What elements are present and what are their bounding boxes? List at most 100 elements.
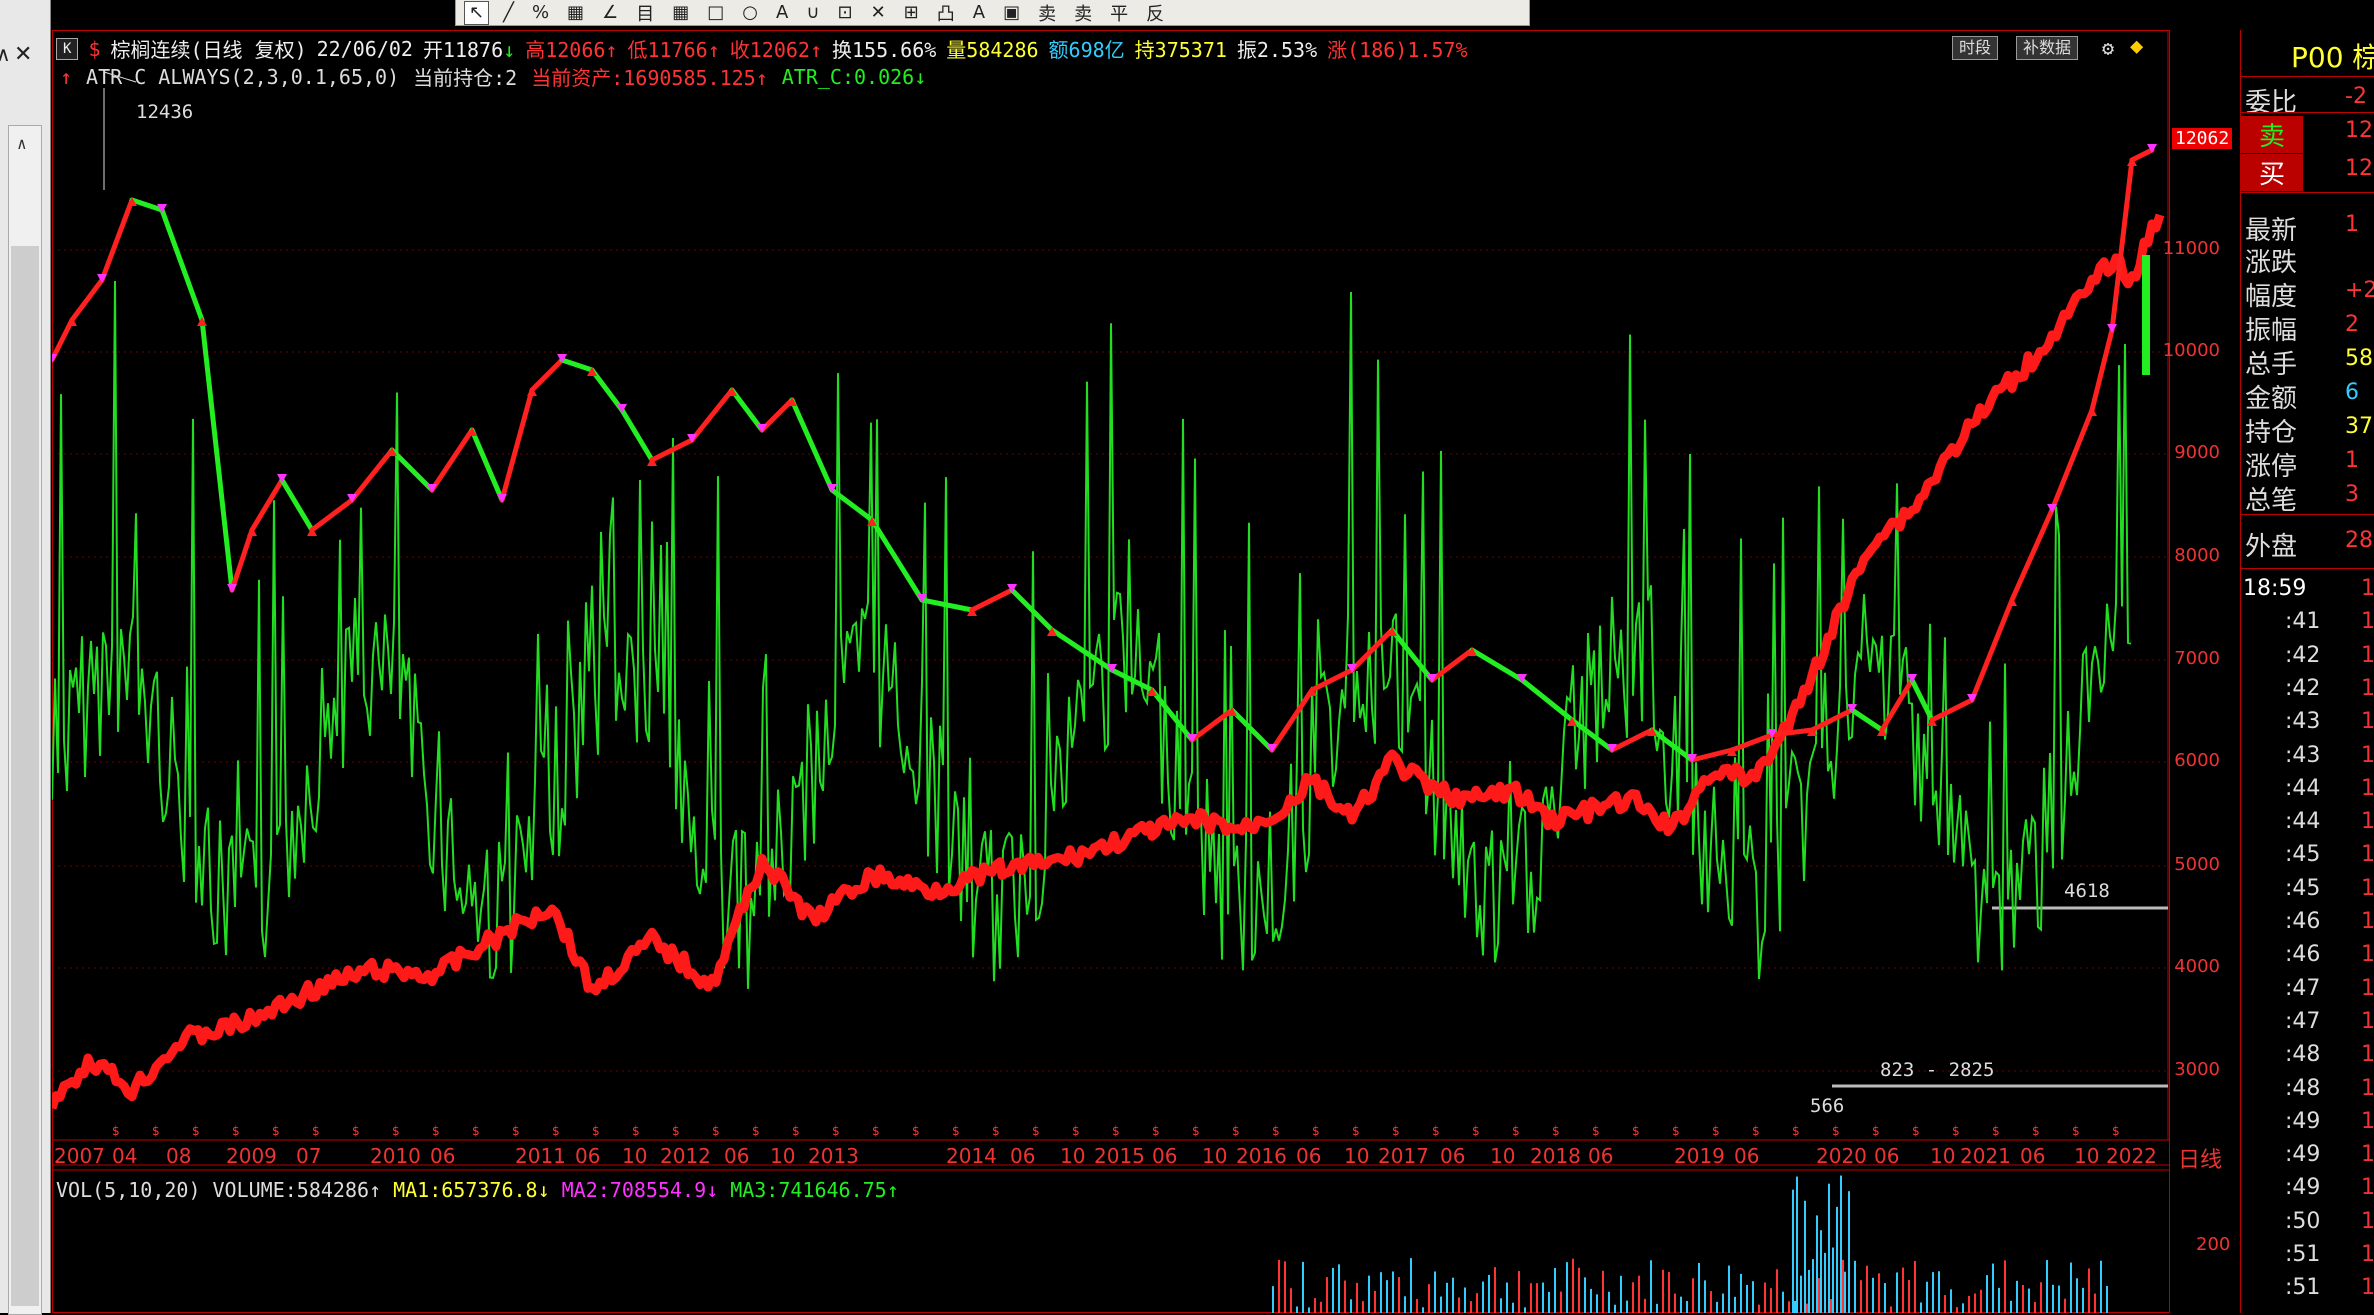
signal-marker: $	[1312, 1124, 1320, 1138]
volume-bar	[1830, 1299, 1832, 1313]
volume-bar	[1686, 1300, 1688, 1313]
volume-bar	[2088, 1268, 2090, 1313]
toolbar-table-icon[interactable]: ▦	[668, 2, 693, 24]
time-tick-label: 10	[1930, 1144, 1956, 1168]
toolbar-line-icon[interactable]: ╱	[499, 2, 518, 24]
volume-bar	[2070, 1262, 2072, 1313]
toolbar-copy-icon[interactable]: ⊡	[833, 2, 856, 24]
trend-segment	[2009, 507, 2055, 603]
toolbar-text-icon[interactable]: A	[772, 2, 792, 24]
volume-bar	[1326, 1277, 1328, 1313]
quote-title: P00 棕	[2291, 41, 2374, 74]
tick-time: :45	[2285, 842, 2321, 868]
volume-bar	[1458, 1297, 1460, 1313]
trend-segment	[249, 477, 285, 533]
signal-marker: $	[2112, 1124, 2120, 1138]
volume-bar	[1656, 1303, 1658, 1313]
volume-bar	[1314, 1298, 1316, 1313]
tick-price: 1	[2361, 942, 2374, 968]
volume-bar	[1548, 1291, 1550, 1313]
volume-bar	[1566, 1262, 1568, 1313]
toolbar-magnet-icon[interactable]: ∪	[802, 2, 823, 24]
scroll-thumb[interactable]	[11, 246, 39, 1306]
toolbar-pointer-icon[interactable]: ↖	[464, 0, 490, 25]
toolbar-grid-icon[interactable]: ▦	[563, 2, 588, 24]
toolbar-delete-icon[interactable]: ✕	[867, 2, 890, 24]
volume-bar	[1602, 1270, 1604, 1313]
tick-time: :50	[2285, 1208, 2321, 1234]
tick-time: :44	[2285, 775, 2321, 801]
volume-bar	[1614, 1304, 1616, 1313]
signal-marker: $	[1592, 1124, 1600, 1138]
time-tick-label: 07	[296, 1144, 322, 1168]
tick-price: 1	[2361, 709, 2374, 735]
volume-bar	[1804, 1200, 1806, 1313]
quote-value: 37	[2345, 414, 2373, 439]
volume-bar	[1816, 1215, 1818, 1313]
tick-price: 1	[2361, 809, 2374, 835]
price-tick-label: 4000	[2174, 956, 2220, 977]
vol-ma1: MA1:657376.8	[393, 1178, 538, 1202]
time-tick-label: 10	[1202, 1144, 1228, 1168]
volume-bar	[1662, 1269, 1664, 1313]
toolbar-angle-icon[interactable]: ∠	[598, 2, 622, 24]
toolbar-reverse-icon[interactable]: 反	[1142, 2, 1168, 25]
toolbar-box-icon[interactable]: 目	[632, 2, 658, 25]
asset-curve	[52, 213, 2165, 1110]
volume-bar	[1272, 1286, 1274, 1313]
price-tick-label: 3000	[2174, 1059, 2220, 1080]
volume-bar	[1620, 1275, 1622, 1313]
trend-segment	[559, 357, 595, 373]
toolbar-layers-icon[interactable]: ⊞	[900, 2, 923, 24]
signal-marker: $	[1032, 1124, 1040, 1138]
signal-marker: $	[1992, 1124, 2000, 1138]
scroll-up-icon[interactable]: ∧	[17, 134, 27, 153]
signal-marker: $	[1752, 1124, 1760, 1138]
vol-label[interactable]: VOL(5,10,20)	[56, 1178, 201, 1202]
signal-marker: $	[1832, 1124, 1840, 1138]
volume-bar	[1692, 1278, 1694, 1313]
tick-price: 1	[2361, 609, 2374, 635]
volume-bar	[1818, 1278, 1820, 1313]
tick-time: :47	[2285, 1008, 2321, 1034]
price-tick-label: 10000	[2162, 340, 2220, 361]
signal-marker: $	[672, 1124, 680, 1138]
left-scrollbar[interactable]: ∧	[8, 125, 42, 1315]
signal-marker: $	[1392, 1124, 1400, 1138]
volume-bar	[1590, 1288, 1592, 1313]
trend-segment	[1469, 647, 1525, 683]
toolbar-sell2-icon[interactable]: 卖	[1070, 2, 1096, 25]
time-tick-label: 2018	[1530, 1144, 1581, 1168]
volume-bar	[1338, 1264, 1340, 1313]
daily-period-button[interactable]: 日线	[2178, 1142, 2222, 1174]
tick-price: 1	[2361, 642, 2374, 668]
volume-bar	[1452, 1277, 1454, 1313]
price-chart: $ $ $ $ $ $ $ $ $ $ $ $ $ $ $ $ $ $ $ $ $ $ $ $ $ $ $ $ $ $ $ $ $ $ $ $ $ $ $ $…	[52, 30, 2170, 1313]
level-label: 4618	[2064, 880, 2110, 902]
tick-price: 1	[2361, 1008, 2374, 1034]
trend-segment	[759, 397, 795, 433]
trend-segment	[159, 207, 205, 323]
quote-divider	[2241, 514, 2374, 515]
toolbar-rect-icon[interactable]: □	[703, 2, 728, 24]
toolbar-frame-icon[interactable]: ▣	[999, 2, 1024, 24]
volume-bar	[1926, 1281, 1928, 1313]
tick-price: 1	[2361, 675, 2374, 701]
toolbar-font-color-icon[interactable]: A	[969, 2, 989, 24]
time-tick-label: 06	[1588, 1144, 1614, 1168]
toolbar-sell-icon[interactable]: 卖	[1034, 2, 1060, 25]
toolbar-close-position-icon[interactable]: 平	[1106, 2, 1132, 25]
toolbar-percent-icon[interactable]: %	[528, 2, 553, 24]
tick-time: :51	[2285, 1275, 2321, 1301]
toolbar-stamp-icon[interactable]: 凸	[933, 2, 959, 25]
volume-bar	[1980, 1289, 1982, 1313]
tick-price: 1	[2361, 1175, 2374, 1201]
ma1-arrow-icon: ↓	[537, 1178, 550, 1202]
volume-bar	[1446, 1282, 1448, 1313]
close-icon[interactable]: ✕	[14, 42, 32, 67]
volume-bar	[2004, 1260, 2006, 1313]
ma2-arrow-icon: ↓	[706, 1178, 719, 1202]
signal-marker: $	[1632, 1124, 1640, 1138]
collapse-icon[interactable]: ∧	[0, 42, 11, 66]
toolbar-circle-icon[interactable]: ○	[738, 2, 762, 24]
